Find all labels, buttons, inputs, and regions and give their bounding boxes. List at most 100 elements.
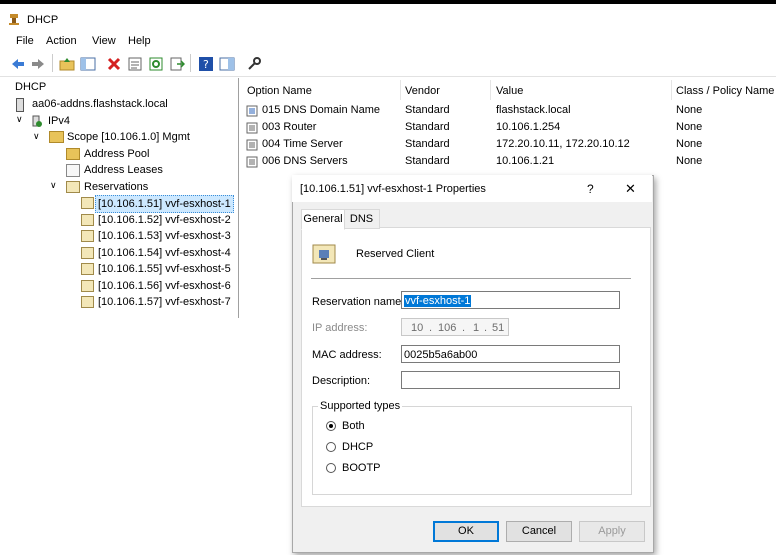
reservations-icon: [66, 181, 80, 193]
class-policy-cell: None: [676, 138, 703, 150]
cancel-button[interactable]: Cancel: [506, 521, 572, 542]
menu-action[interactable]: Action: [46, 35, 77, 47]
radio-dhcp[interactable]: [326, 442, 336, 452]
radio-bootp[interactable]: [326, 463, 336, 473]
mac-address-field[interactable]: 0025b5a6ab00: [401, 345, 620, 363]
forward-arrow-icon[interactable]: [30, 56, 46, 72]
class-policy-cell: None: [676, 121, 703, 133]
folder-icon: [49, 131, 64, 143]
dhcp-app-icon: [7, 12, 21, 26]
vendor-cell: Standard: [405, 121, 450, 133]
show-action-pane-icon[interactable]: [219, 56, 235, 72]
class-policy-cell: None: [676, 104, 703, 116]
tree-reservation-item[interactable]: [10.106.1.56] vvf-esxhost-6: [98, 278, 231, 294]
properties-icon[interactable]: [127, 56, 143, 72]
reserved-client-label: Reserved Client: [356, 248, 435, 260]
class-policy-cell: None: [676, 155, 703, 167]
reservation-icon: [81, 280, 94, 292]
menu-view[interactable]: View: [92, 35, 116, 47]
tree-reservations[interactable]: Reservations: [84, 179, 148, 195]
tree-ipv4[interactable]: IPv4: [48, 113, 70, 129]
reservation-icon: [81, 263, 94, 275]
menu-help[interactable]: Help: [128, 35, 151, 47]
window-title: DHCP: [27, 14, 59, 26]
vendor-cell: Standard: [405, 138, 450, 150]
tree-reservation-item[interactable]: [10.106.1.57] vvf-esxhost-7: [98, 294, 231, 310]
column-header-class-policy[interactable]: Class / Policy Name: [676, 82, 774, 100]
back-arrow-icon[interactable]: [10, 56, 26, 72]
tree-reservation-item[interactable]: [10.106.1.51] vvf-esxhost-1: [95, 195, 234, 213]
server-icon: [16, 98, 24, 112]
dialog-title: [10.106.1.51] vvf-esxhost-1 Properties: [300, 183, 486, 195]
address-pool-icon: [66, 148, 80, 160]
reservation-name-field[interactable]: vvf-esxhost-1: [401, 291, 620, 309]
close-icon[interactable]: ✕: [625, 181, 636, 197]
delete-icon[interactable]: [106, 56, 122, 72]
divider: [311, 278, 631, 279]
column-header-option-name[interactable]: Option Name: [247, 82, 312, 100]
tools-icon[interactable]: [246, 56, 262, 72]
radio-both-label[interactable]: Both: [342, 420, 365, 432]
tree-reservation-item[interactable]: [10.106.1.52] vvf-esxhost-2: [98, 212, 231, 228]
address-leases-icon: [66, 164, 80, 177]
refresh-icon[interactable]: [148, 56, 164, 72]
radio-both[interactable]: [326, 421, 336, 431]
radio-dhcp-label[interactable]: DHCP: [342, 441, 373, 453]
option-icon: [246, 122, 258, 134]
tree-server[interactable]: aa06-addns.flashstack.local: [32, 96, 168, 112]
apply-button[interactable]: Apply: [579, 521, 645, 542]
help-icon[interactable]: ?: [198, 56, 214, 72]
tab-dns[interactable]: DNS: [343, 209, 380, 229]
column-separator[interactable]: [671, 80, 672, 100]
column-separator[interactable]: [490, 80, 491, 100]
reservation-icon: [81, 214, 94, 226]
export-list-icon[interactable]: [169, 56, 186, 72]
option-name-cell[interactable]: 006 DNS Servers: [262, 153, 348, 170]
ip-address-field: 10 . 106 . 1 . 51: [401, 318, 509, 336]
column-header-vendor[interactable]: Vendor: [405, 82, 440, 100]
menu-file[interactable]: File: [16, 35, 34, 47]
tree-reservation-item[interactable]: [10.106.1.55] vvf-esxhost-5: [98, 261, 231, 277]
ok-button[interactable]: OK: [433, 521, 499, 542]
vendor-cell: Standard: [405, 155, 450, 167]
option-name-cell[interactable]: 015 DNS Domain Name: [262, 102, 380, 119]
reserved-client-icon: [312, 241, 336, 265]
ip-octet: 51: [492, 322, 505, 334]
option-name-cell[interactable]: 003 Router: [262, 119, 316, 136]
menu-bar: [0, 30, 776, 50]
option-icon: [246, 105, 258, 117]
ipv4-icon: [32, 115, 42, 127]
tab-general[interactable]: General: [301, 209, 345, 230]
show-hide-tree-icon[interactable]: [80, 56, 96, 72]
description-field[interactable]: [401, 371, 620, 389]
help-button[interactable]: ?: [587, 182, 594, 196]
tree-reservation-item[interactable]: [10.106.1.53] vvf-esxhost-3: [98, 228, 231, 244]
toolbar-separator: [52, 54, 53, 72]
column-header-value[interactable]: Value: [496, 82, 523, 100]
tree-address-leases[interactable]: Address Leases: [84, 162, 163, 178]
value-cell: 172.20.10.11, 172.20.10.12: [496, 138, 630, 150]
reservation-icon: [81, 296, 94, 308]
option-name-cell[interactable]: 004 Time Server: [262, 136, 343, 153]
value-cell: 10.106.1.254: [496, 121, 561, 133]
ip-dot: .: [462, 322, 466, 334]
chevron-down-icon[interactable]: ∨: [50, 180, 57, 191]
column-separator[interactable]: [400, 80, 401, 100]
up-folder-icon[interactable]: [59, 56, 75, 72]
tree-root-dhcp[interactable]: DHCP: [15, 79, 46, 95]
tree-scope[interactable]: Scope [10.106.1.0] Mgmt: [67, 129, 190, 145]
chevron-down-icon[interactable]: ∨: [33, 131, 40, 142]
tree-address-pool[interactable]: Address Pool: [84, 146, 149, 162]
title-bar: [0, 4, 776, 30]
tree-reservation-item[interactable]: [10.106.1.54] vvf-esxhost-4: [98, 245, 231, 261]
ip-octet: 1: [473, 322, 480, 334]
svg-text:?: ?: [203, 58, 209, 71]
option-icon: [246, 139, 258, 151]
chevron-down-icon[interactable]: ∨: [16, 114, 23, 125]
toolbar-separator: [190, 54, 191, 72]
reservation-icon: [81, 197, 94, 209]
description-label: Description:: [312, 375, 371, 387]
mac-address-label: MAC address:: [312, 349, 382, 361]
ip-dot: .: [484, 322, 488, 334]
radio-bootp-label[interactable]: BOOTP: [342, 462, 381, 474]
